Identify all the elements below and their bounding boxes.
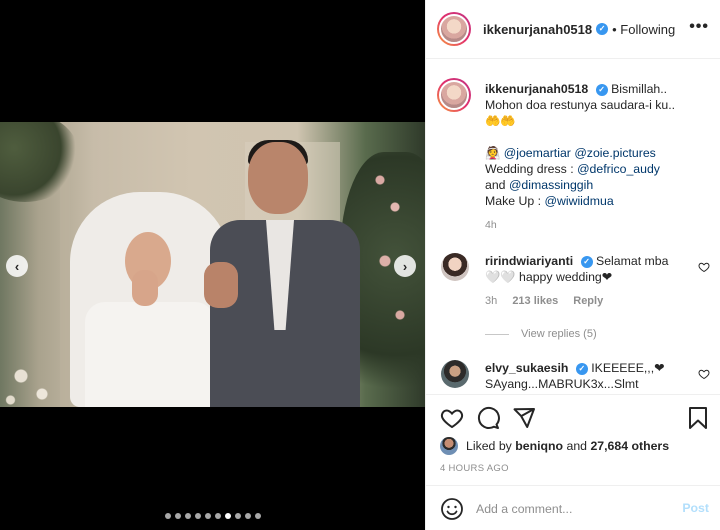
caption-time[interactable]: 4h [485, 217, 710, 233]
post-actions: Liked by beniqno and 27,684 others 4 HOU… [426, 394, 720, 530]
likes-summary: Liked by beniqno and 27,684 others [440, 437, 669, 455]
following-button[interactable]: • Following [612, 22, 675, 37]
carousel-dot [174, 513, 181, 519]
caption-line-3: 🤲🤲 [485, 114, 516, 128]
comment-meta: 3h 213 likes Reply [485, 295, 615, 307]
comment-text: IKEEEEE,,,❤ [591, 361, 665, 375]
comments-list[interactable]: ikkenurjanah0518 ✓ Bismillah.. Mohon doa… [426, 60, 720, 394]
save-bookmark-icon[interactable] [687, 406, 709, 430]
mention-link[interactable]: @joemartiar [504, 146, 571, 160]
more-options-icon[interactable]: ••• [689, 18, 709, 36]
chevron-left-icon: ‹ [14, 258, 20, 274]
comment-text-2: SAyang...MABRUK3x...Slmt [485, 377, 639, 391]
reply-button[interactable]: Reply [573, 295, 603, 307]
makeup-label: Make Up : [485, 194, 542, 208]
bride-emoji: 👰 [485, 146, 501, 160]
caption-line-1: Bismillah.. [611, 82, 668, 96]
comment-text: Selamat mba [596, 254, 669, 268]
post-comment-button[interactable]: Post [682, 501, 709, 515]
and-label: and [485, 178, 506, 192]
post-sidebar: ikkenurjanah0518 ✓ • Following ••• ikken… [425, 0, 720, 530]
mention-link[interactable]: @dimassinggih [509, 178, 593, 192]
comment-like-icon[interactable] [698, 261, 710, 273]
comment-likes[interactable]: 213 likes [512, 295, 558, 307]
like-heart-icon[interactable] [440, 406, 464, 430]
commenter-username[interactable]: ririndwiariyanti [485, 254, 573, 268]
photo-flowers-right [365, 162, 415, 342]
chevron-right-icon: › [402, 258, 408, 274]
carousel-dot [214, 513, 221, 519]
verified-badge-icon: ✓ [575, 362, 588, 375]
emoji-icon[interactable] [440, 497, 464, 521]
carousel-dot [164, 513, 171, 519]
commenter-username[interactable]: elvy_sukaesih [485, 361, 568, 375]
view-replies-label: View replies (5) [521, 328, 597, 340]
divider-line [485, 333, 509, 335]
verified-badge-icon: ✓ [596, 23, 609, 35]
commenter-avatar[interactable] [441, 360, 469, 388]
carousel-dot [224, 513, 231, 519]
wedding-dress-label: Wedding dress : [485, 162, 574, 176]
mention-link[interactable]: @defrico_audy [577, 162, 660, 176]
carousel-dot [194, 513, 201, 519]
wedding-photo[interactable] [0, 122, 425, 407]
comment-time[interactable]: 3h [485, 295, 497, 307]
share-send-icon[interactable] [512, 406, 536, 430]
comment-input[interactable] [476, 501, 666, 516]
post-media: ‹ › [0, 0, 425, 530]
caption-username[interactable]: ikkenurjanah0518 [485, 82, 588, 96]
verified-badge-icon: ✓ [580, 255, 593, 268]
verified-badge-icon: ✓ [595, 83, 608, 96]
author-avatar[interactable] [437, 12, 471, 46]
post-timestamp[interactable]: 4 HOURS AGO [440, 463, 509, 474]
photo-flowers-left [0, 352, 70, 407]
post-header: ikkenurjanah0518 ✓ • Following ••• [426, 0, 720, 59]
mention-link[interactable]: @wiwiidmua [544, 194, 613, 208]
groom-figure [204, 140, 370, 407]
add-comment-bar: Post [426, 485, 720, 530]
comment-like-icon[interactable] [698, 368, 710, 380]
carousel-dot [234, 513, 241, 519]
comment-text-2: 🤍🤍 happy wedding❤ [485, 270, 613, 284]
carousel-indicator [0, 513, 425, 519]
carousel-dot [204, 513, 211, 519]
comment-bubble-icon[interactable] [476, 406, 500, 430]
carousel-next-button[interactable]: › [394, 255, 416, 277]
liked-by-label: Liked by [466, 439, 512, 453]
commenter-avatar[interactable] [441, 253, 469, 281]
likes-and-label: and [566, 439, 588, 453]
carousel-prev-button[interactable]: ‹ [6, 255, 28, 277]
carousel-dot [184, 513, 191, 519]
carousel-dot [244, 513, 251, 519]
liker-avatar[interactable] [440, 437, 458, 455]
carousel-dot [254, 513, 261, 519]
view-replies-button[interactable]: View replies (5) [485, 328, 597, 340]
caption-line-2: Mohon doa restunya saudara-i ku.. [485, 98, 676, 112]
mention-link[interactable]: @zoie.pictures [574, 146, 656, 160]
liker-username[interactable]: beniqno [515, 439, 563, 453]
likes-others-count[interactable]: 27,684 others [590, 439, 669, 453]
author-username[interactable]: ikkenurjanah0518 [483, 22, 592, 37]
caption-avatar[interactable] [437, 78, 471, 112]
